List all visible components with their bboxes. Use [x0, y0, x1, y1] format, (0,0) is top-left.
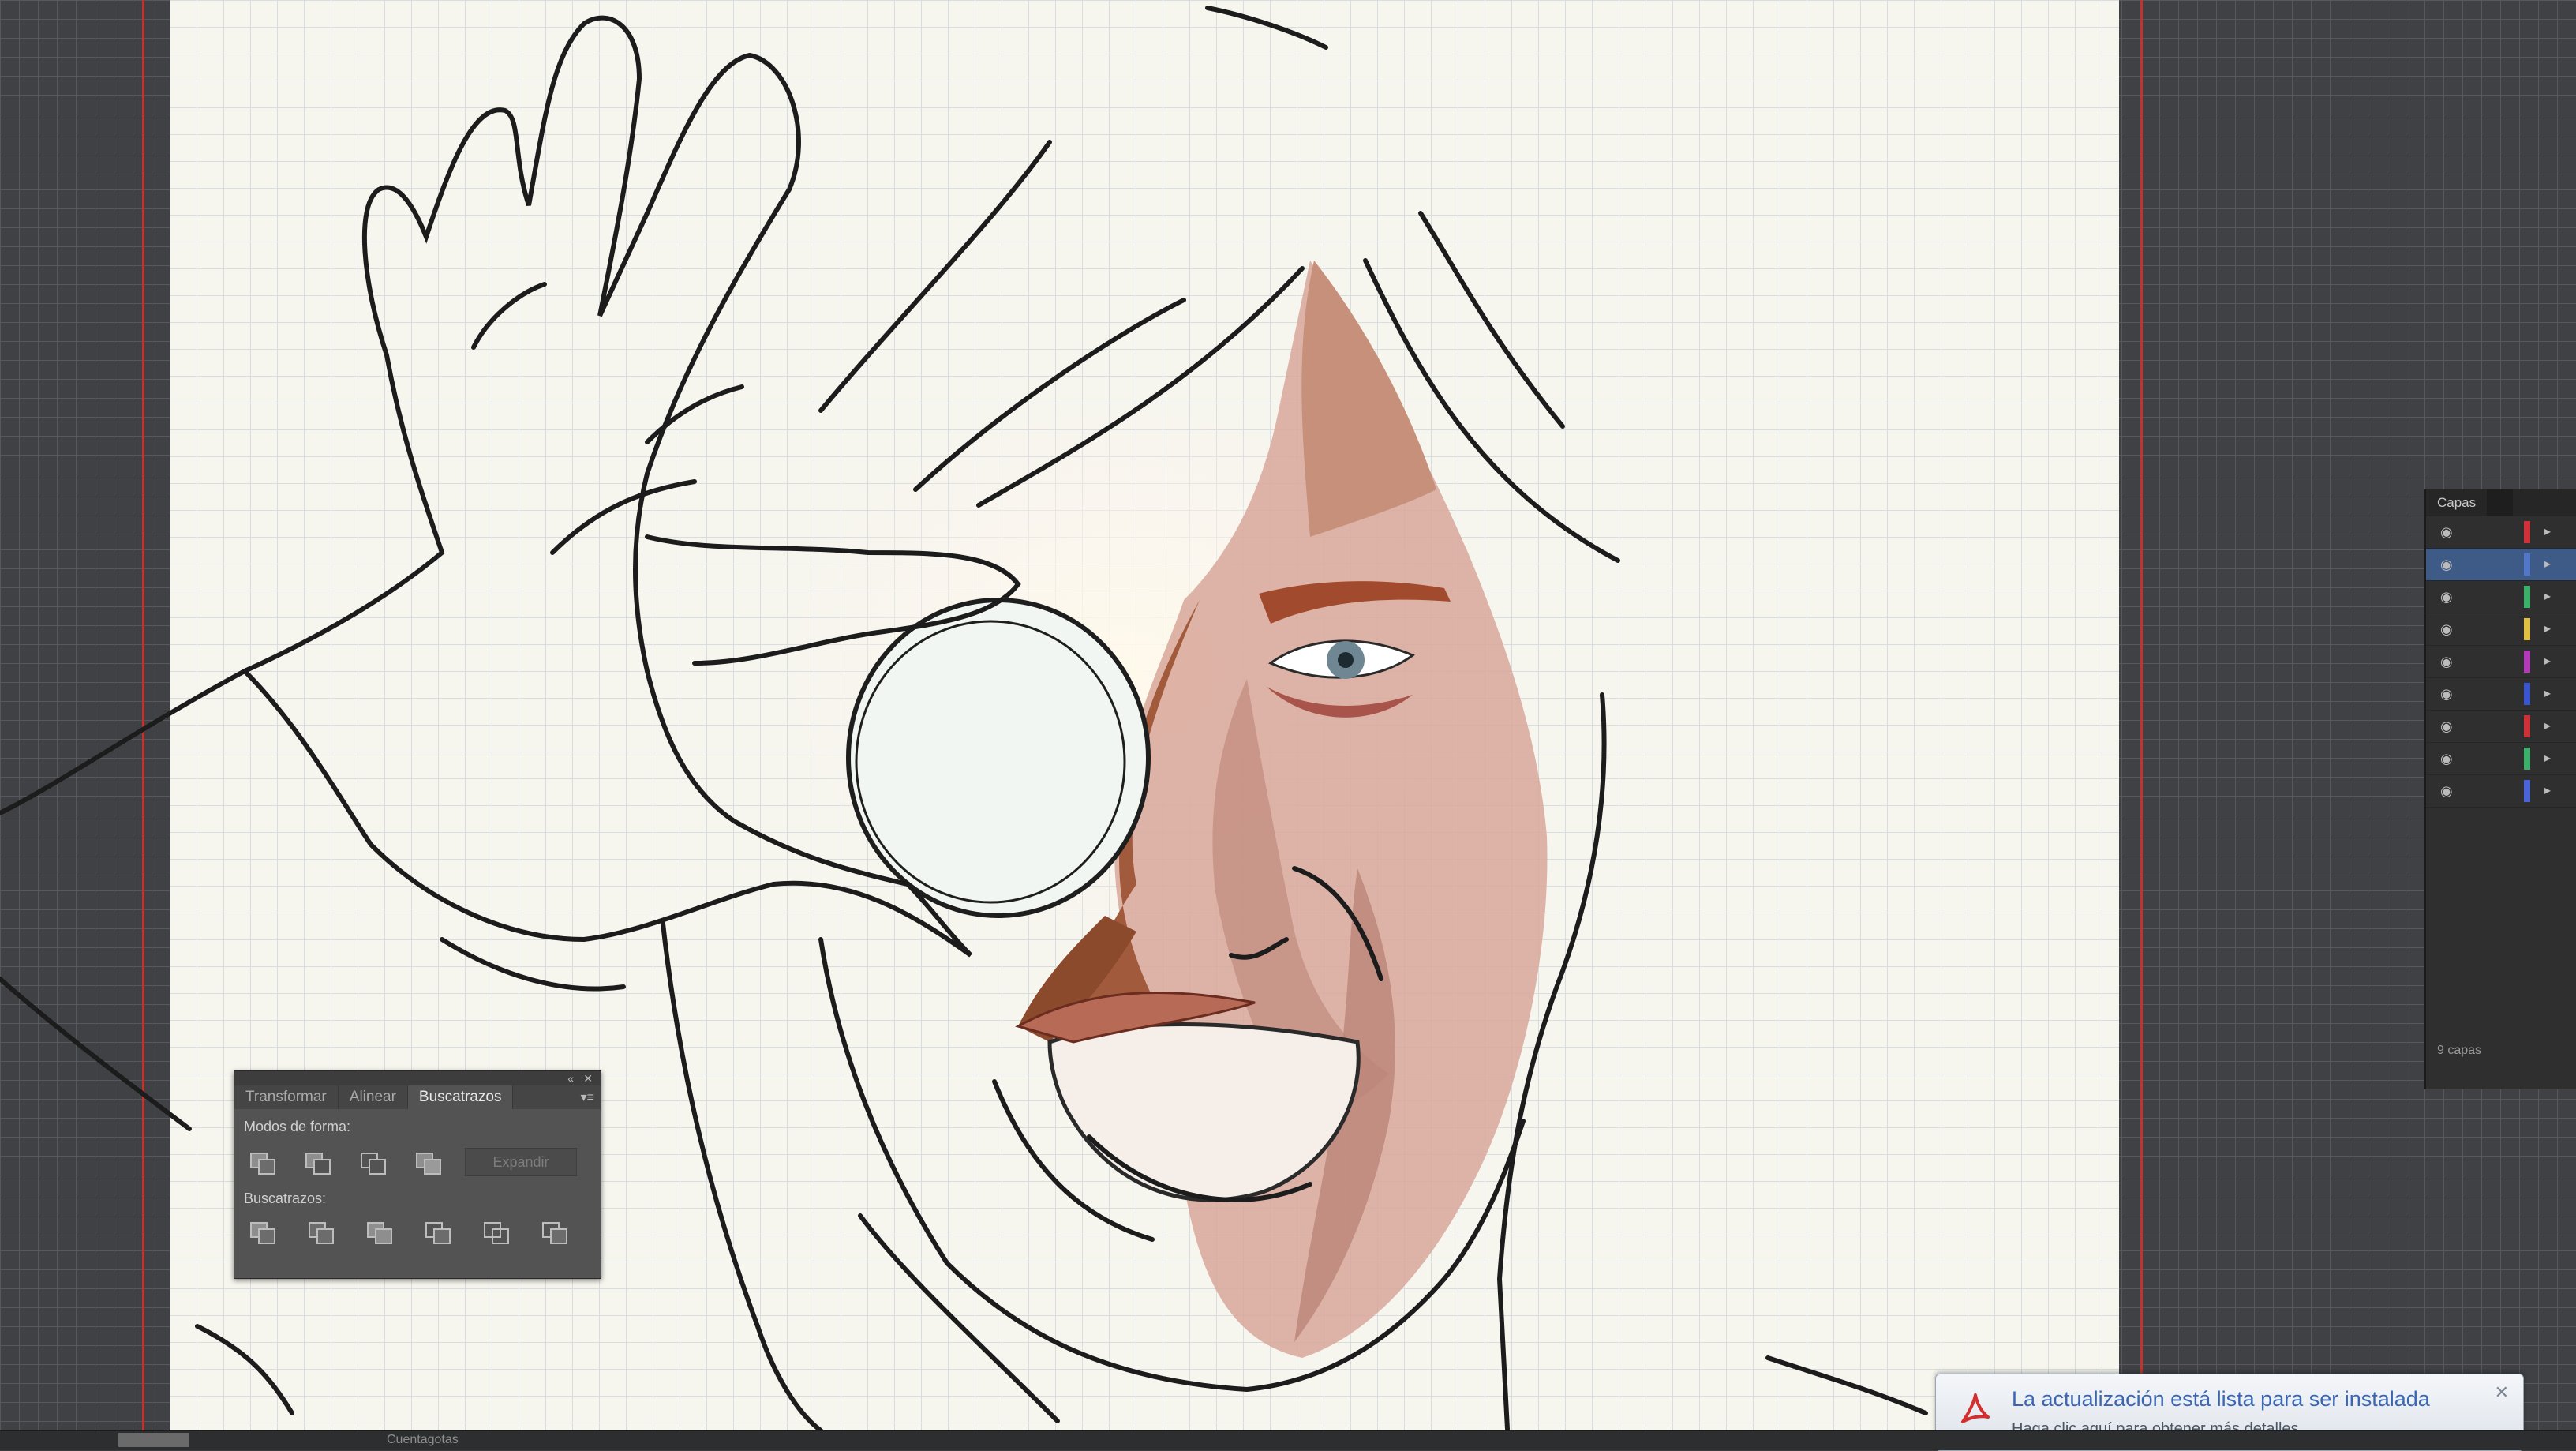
layer-color-swatch: [2524, 683, 2530, 705]
sleeve-line: [195, 1324, 294, 1415]
magnifier-lens: [846, 598, 1151, 918]
layer-row[interactable]: ◉ ▸: [2426, 516, 2576, 549]
pathfinder-panel[interactable]: « ✕ Transformar Alinear Buscatrazos ▾≡ M…: [234, 1070, 601, 1279]
expand-arrow-icon[interactable]: ▸: [2544, 653, 2551, 669]
acrobat-icon: [1961, 1393, 1990, 1423]
expand-arrow-icon[interactable]: ▸: [2544, 685, 2551, 701]
layer-row[interactable]: ◉ ▸: [2426, 678, 2576, 711]
expand-arrow-icon[interactable]: ▸: [2544, 782, 2551, 798]
expand-arrow-icon[interactable]: ▸: [2544, 588, 2551, 604]
current-tool-text: Cuentagotas: [387, 1433, 459, 1446]
layer-color-swatch: [2524, 521, 2530, 543]
notification-close-icon[interactable]: ✕: [2495, 1382, 2509, 1403]
layers-count: 9 capas: [2437, 1044, 2482, 1057]
layer-color-swatch: [2524, 618, 2530, 640]
tab-alinear[interactable]: Alinear: [339, 1085, 408, 1109]
layer-color-swatch: [2524, 780, 2530, 802]
expand-arrow-icon[interactable]: ▸: [2544, 718, 2551, 733]
layer-color-swatch: [2524, 748, 2530, 770]
merge-icon[interactable]: [365, 1220, 392, 1244]
zoom-field[interactable]: [118, 1433, 189, 1447]
layers-panel[interactable]: Capas ◉ ▸ ◉ ▸ ◉ ▸ ◉ ▸ ◉ ▸ ◉ ▸ ◉ ▸ ◉ ▸ ◉ ▸ 9 capas: [2424, 489, 2576, 1089]
hair-top: [1205, 6, 1328, 50]
neck-left: [661, 921, 823, 1433]
visibility-eye-icon[interactable]: ◉: [2440, 621, 2453, 638]
intersect-icon[interactable]: [359, 1150, 386, 1175]
hair-strand-2: [913, 298, 1186, 492]
pathfinders-label: Buscatrazos:: [244, 1190, 327, 1206]
minus-back-icon[interactable]: [541, 1220, 567, 1244]
hair-strand-3: [976, 266, 1305, 508]
crop-icon[interactable]: [424, 1220, 451, 1244]
layer-color-swatch: [2524, 651, 2530, 673]
panel-menu-icon[interactable]: ▾≡: [581, 1089, 594, 1105]
visibility-eye-icon[interactable]: ◉: [2440, 686, 2453, 703]
minus-front-icon[interactable]: [304, 1150, 331, 1175]
expand-arrow-icon[interactable]: ▸: [2544, 556, 2551, 572]
layer-row[interactable]: ◉ ▸: [2426, 743, 2576, 775]
expand-arrow-icon[interactable]: ▸: [2544, 750, 2551, 766]
collapse-icon[interactable]: «: [567, 1072, 574, 1085]
status-bar: Cuentagotas: [0, 1430, 2576, 1450]
visibility-eye-icon[interactable]: ◉: [2440, 654, 2453, 670]
visibility-eye-icon[interactable]: ◉: [2440, 718, 2453, 735]
layer-color-swatch: [2524, 553, 2530, 576]
pathfinders-row: [249, 1220, 601, 1244]
hand-lower-line: [440, 937, 626, 992]
layer-color-swatch: [2524, 586, 2530, 608]
layer-row[interactable]: ◉ ▸: [2426, 775, 2576, 808]
pupil-shape: [1338, 652, 1354, 668]
trim-icon[interactable]: [307, 1220, 334, 1244]
layer-row[interactable]: ◉ ▸: [2426, 711, 2576, 743]
arm-left: [0, 977, 192, 1131]
unite-icon[interactable]: [249, 1150, 275, 1175]
neck-left-2: [858, 1213, 1060, 1423]
layer-list: ◉ ▸ ◉ ▸ ◉ ▸ ◉ ▸ ◉ ▸ ◉ ▸ ◉ ▸ ◉ ▸ ◉ ▸: [2426, 516, 2576, 808]
shape-modes-label: Modos de forma:: [244, 1119, 351, 1134]
layer-row[interactable]: ◉ ▸: [2426, 581, 2576, 613]
hair-left-strand: [818, 140, 1052, 413]
divide-icon[interactable]: [249, 1220, 275, 1244]
expand-button[interactable]: Expandir: [465, 1148, 577, 1176]
panel-title-bar[interactable]: « ✕: [234, 1071, 601, 1085]
notification-title[interactable]: La actualización está lista para ser ins…: [2012, 1387, 2430, 1412]
visibility-eye-icon[interactable]: ◉: [2440, 589, 2453, 606]
layer-row[interactable]: ◉ ▸: [2426, 646, 2576, 678]
visibility-eye-icon[interactable]: ◉: [2440, 783, 2453, 800]
expand-arrow-icon[interactable]: ▸: [2544, 621, 2551, 636]
close-icon[interactable]: ✕: [583, 1072, 593, 1085]
tab-buscatrazos[interactable]: Buscatrazos: [407, 1085, 514, 1109]
tab-capas[interactable]: Capas: [2426, 489, 2487, 516]
layer-row[interactable]: ◉ ▸: [2426, 613, 2576, 646]
layer-color-swatch: [2524, 715, 2530, 737]
visibility-eye-icon[interactable]: ◉: [2440, 524, 2453, 541]
forehead-skin: [1301, 261, 1436, 537]
expand-arrow-icon[interactable]: ▸: [2544, 523, 2551, 539]
collar-right: [1765, 1355, 1928, 1415]
visibility-eye-icon[interactable]: ◉: [2440, 751, 2453, 767]
visibility-eye-icon[interactable]: ◉: [2440, 557, 2453, 573]
hair-right-2: [1418, 211, 1565, 429]
outline-icon[interactable]: [482, 1220, 509, 1244]
exclude-icon[interactable]: [414, 1150, 441, 1175]
shoulder-left: [0, 669, 247, 815]
panel-tabs: Transformar Alinear Buscatrazos ▾≡: [234, 1085, 601, 1109]
tab-secondary[interactable]: [2487, 489, 2513, 516]
shape-modes-row: Expandir: [249, 1148, 601, 1176]
finger-crease-1: [471, 282, 547, 350]
tab-transformar[interactable]: Transformar: [234, 1085, 339, 1109]
layer-row[interactable]: ◉ ▸: [2426, 549, 2576, 581]
layers-tabs: Capas: [2426, 489, 2576, 516]
